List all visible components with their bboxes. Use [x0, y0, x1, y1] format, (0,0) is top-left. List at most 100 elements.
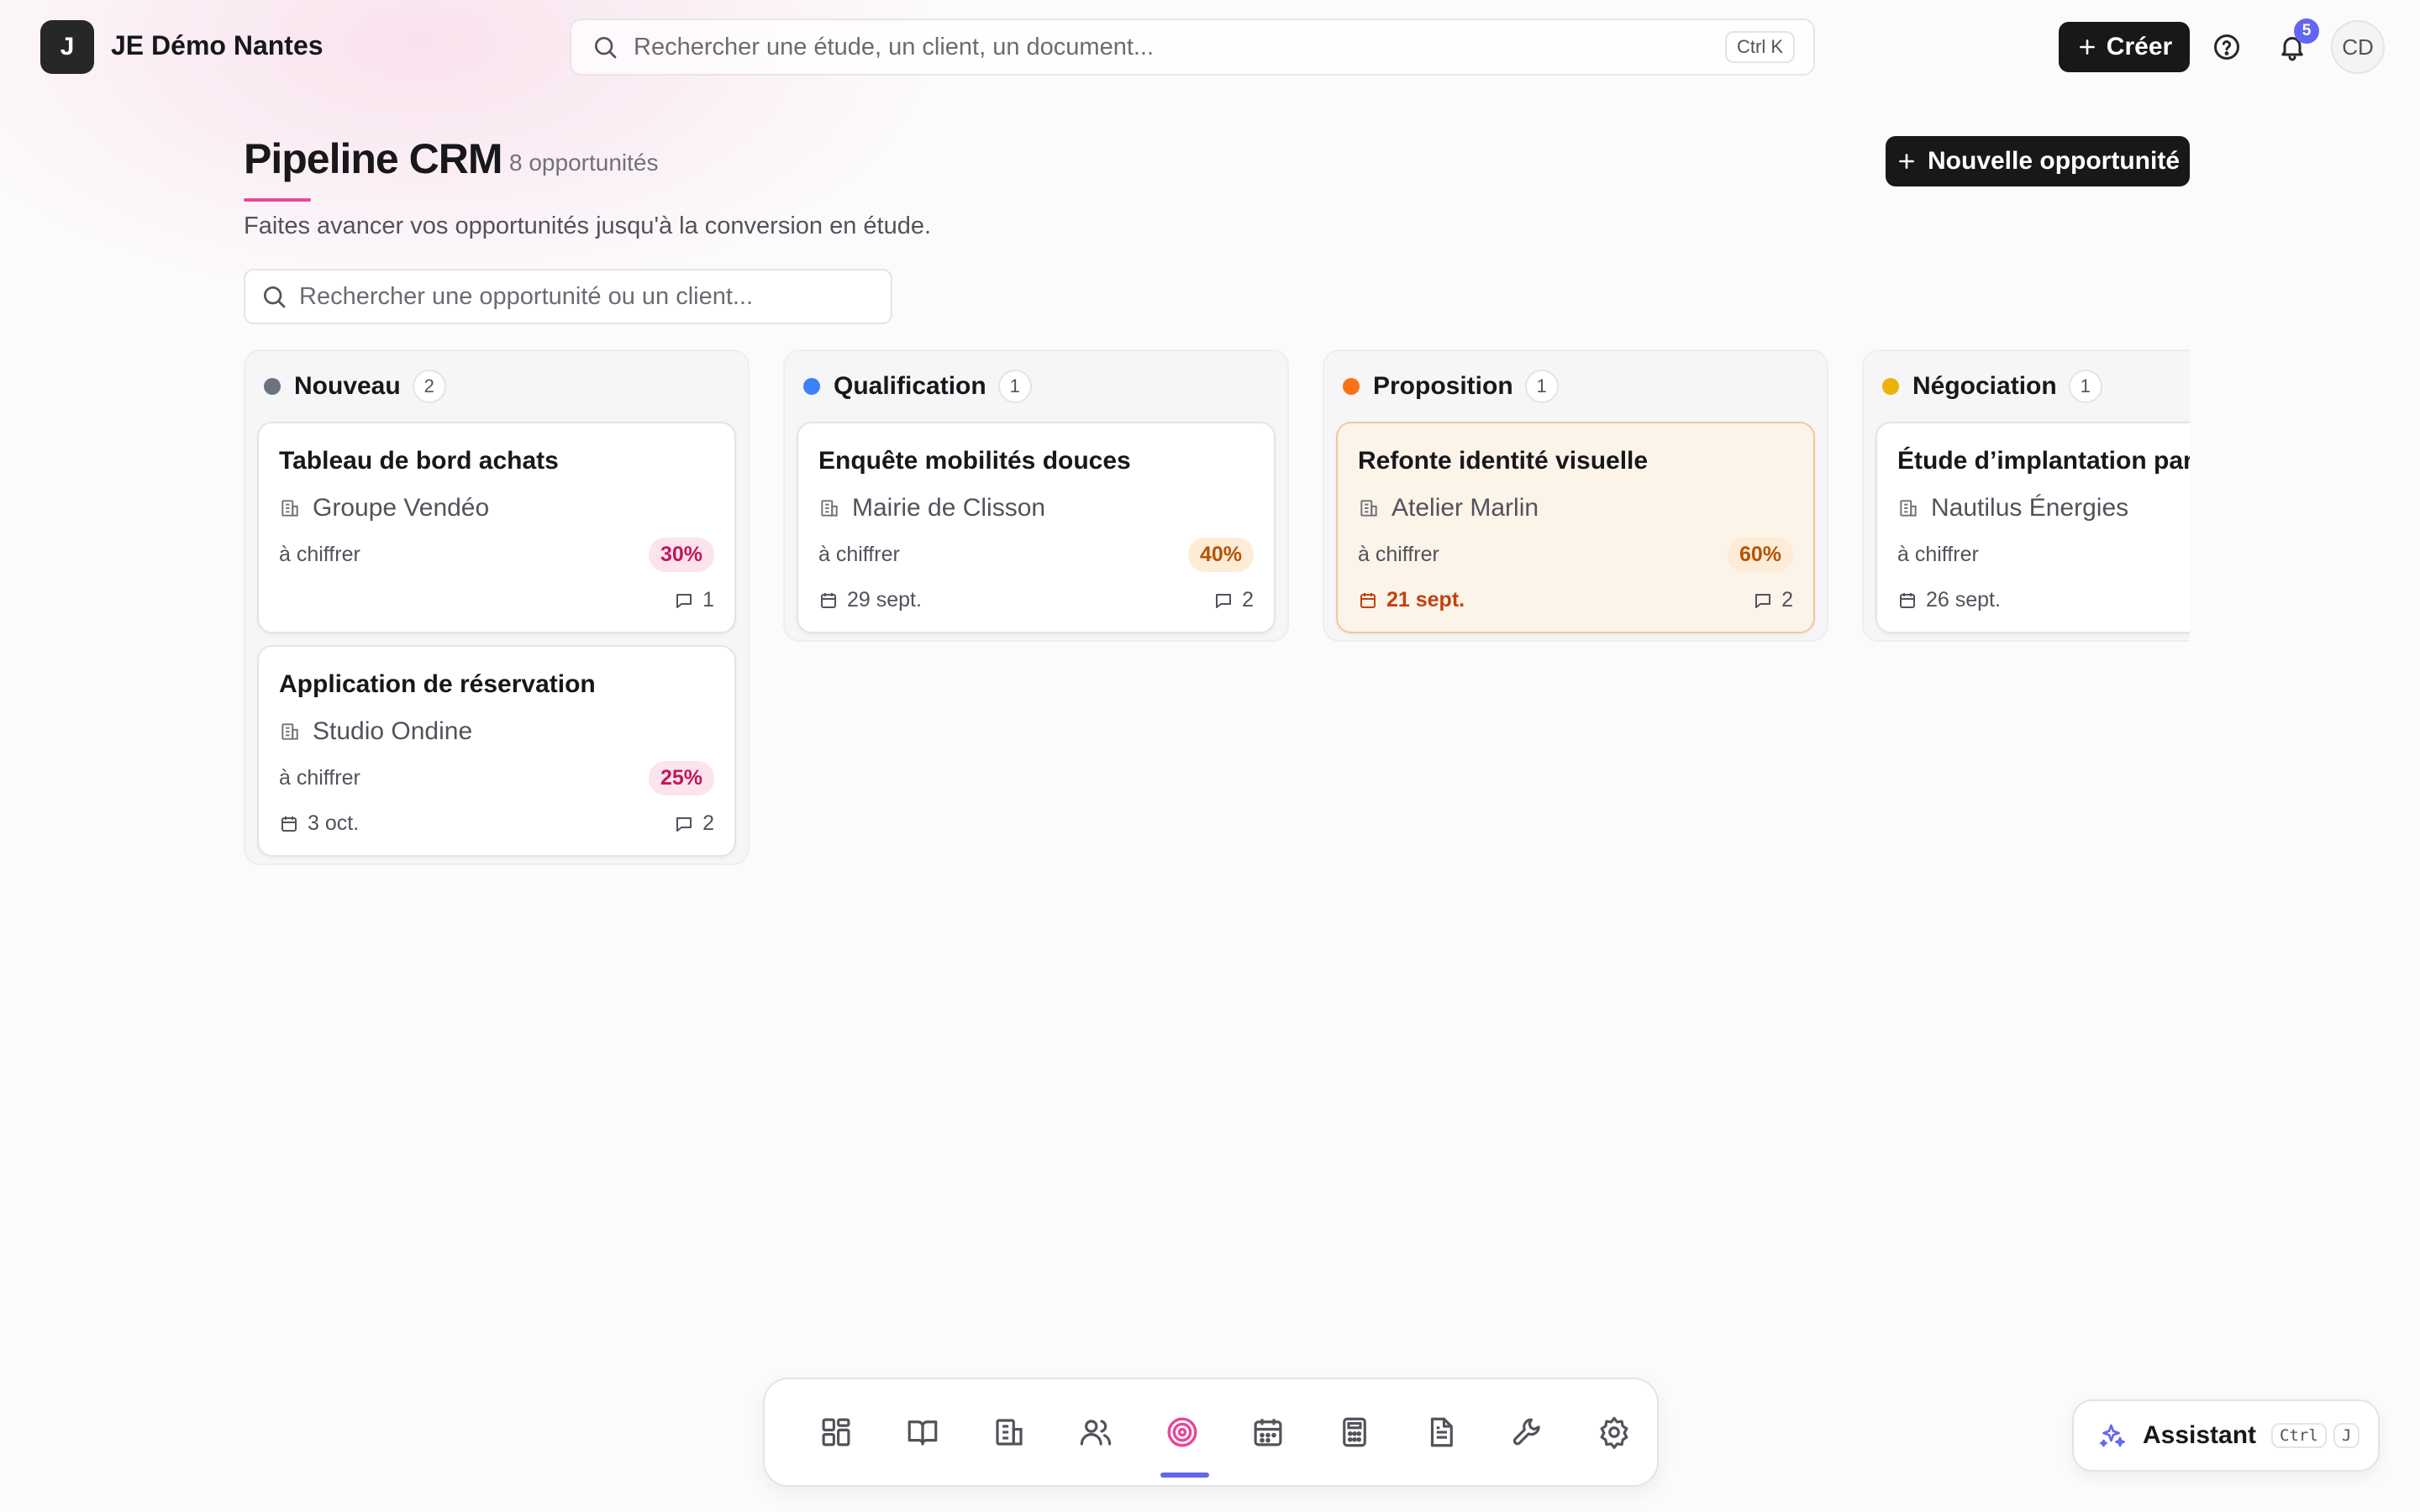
opportunity-card[interactable]: Enquête mobilités douces Mairie de Cliss…	[797, 422, 1276, 633]
comment-icon	[674, 814, 694, 834]
plus-icon	[1896, 150, 1918, 172]
comment-count: 2	[1781, 588, 1793, 612]
building-icon[interactable]	[966, 1389, 1053, 1476]
opportunity-card[interactable]: Refonte identité visuelle Atelier Marlin…	[1336, 422, 1815, 633]
help-icon[interactable]	[2210, 30, 2244, 64]
probability-badge: 25%	[648, 761, 714, 795]
opportunity-card[interactable]: Tableau de bord achats Groupe Vendéo à c…	[257, 422, 736, 633]
stage-dot	[803, 378, 820, 395]
card-date: 29 sept.	[847, 588, 922, 612]
stage-dot	[1882, 378, 1899, 395]
page-title: Pipeline CRM	[244, 135, 502, 182]
card-title: Refonte identité visuelle	[1358, 447, 1649, 475]
column-title: Proposition	[1373, 372, 1513, 400]
sparkles-icon	[2097, 1420, 2128, 1451]
column-count: 2	[412, 370, 446, 403]
create-button-label: Créer	[2106, 33, 2173, 60]
wrench-icon[interactable]	[1484, 1389, 1570, 1476]
dashboard-icon[interactable]	[793, 1389, 880, 1476]
building-icon	[279, 721, 301, 743]
calculator-icon[interactable]	[1312, 1389, 1398, 1476]
column-proposition: Proposition 1 Refonte identité visuelle …	[1323, 349, 1828, 642]
calendar-icon	[1897, 591, 1918, 611]
column-title: Négociation	[1912, 372, 2057, 400]
calendar-icon	[279, 814, 299, 834]
column-count: 1	[2068, 370, 2102, 403]
column-negociation: Négociation 1 Étude d’implantation parc …	[1862, 349, 2190, 642]
column-qualification: Qualification 1 Enquête mobilités douces…	[783, 349, 1289, 642]
opportunity-card[interactable]: Étude d’implantation parc solaire Nautil…	[1876, 422, 2190, 633]
column-count: 1	[997, 370, 1032, 403]
kanban-board: Nouveau 2 Tableau de bord achats Groupe …	[244, 349, 2190, 870]
calendar-icon	[818, 591, 839, 611]
building-icon	[818, 497, 840, 519]
card-date: 26 sept.	[1926, 588, 2001, 612]
comment-count: 2	[1242, 588, 1254, 612]
building-icon	[1358, 497, 1380, 519]
card-status: à chiffrer	[279, 543, 360, 566]
calendar-icon	[1358, 591, 1378, 611]
page-subtitle: Faites avancer vos opportunités jusqu'à …	[244, 213, 932, 239]
search-shortcut-hint: Ctrl K	[1725, 31, 1795, 63]
column-title: Qualification	[834, 372, 986, 400]
global-search-placeholder: Rechercher une étude, un client, un docu…	[634, 33, 1155, 60]
opportunity-count: 8 opportunités	[509, 150, 659, 176]
workspace-logo[interactable]: J	[40, 20, 94, 74]
settings-icon[interactable]	[1570, 1389, 1657, 1476]
opportunity-search-input[interactable]: Rechercher une opportunité ou un client.…	[244, 269, 892, 324]
global-search-input[interactable]: Rechercher une étude, un client, un docu…	[570, 18, 1815, 76]
card-status: à chiffrer	[1897, 543, 1979, 566]
card-status: à chiffrer	[818, 543, 900, 566]
title-underline	[244, 198, 311, 202]
building-icon	[1897, 497, 1919, 519]
card-title: Tableau de bord achats	[279, 447, 559, 475]
card-date: 3 oct.	[308, 811, 360, 835]
notification-badge: 5	[2294, 18, 2319, 44]
card-client: Studio Ondine	[313, 717, 473, 745]
probability-badge: 30%	[648, 538, 714, 572]
opportunity-search-placeholder: Rechercher une opportunité ou un client.…	[299, 282, 754, 310]
comment-icon	[1213, 591, 1234, 611]
comment-count: 1	[702, 588, 714, 612]
shortcut-key-j: J	[2333, 1423, 2360, 1448]
card-title: Application de réservation	[279, 670, 596, 698]
probability-badge: 40%	[1187, 538, 1254, 572]
card-status: à chiffrer	[1358, 543, 1439, 566]
search-icon	[260, 283, 287, 310]
target-icon[interactable]	[1139, 1389, 1225, 1478]
comment-count: 2	[702, 811, 714, 835]
card-client: Groupe Vendéo	[313, 494, 490, 522]
comment-icon	[674, 591, 694, 611]
workspace-name[interactable]: JE Démo Nantes	[111, 30, 324, 61]
card-client: Mairie de Clisson	[852, 494, 1046, 522]
create-button[interactable]: Créer	[2059, 22, 2190, 72]
card-client: Nautilus Énergies	[1931, 494, 2129, 522]
top-bar: J JE Démo Nantes Rechercher une étude, u…	[0, 0, 2420, 94]
assistant-label: Assistant	[2143, 1421, 2257, 1449]
comment-icon	[1753, 591, 1773, 611]
building-icon	[279, 497, 301, 519]
card-status: à chiffrer	[279, 766, 360, 790]
shortcut-key-ctrl: Ctrl	[2271, 1423, 2327, 1448]
bottom-dock	[763, 1378, 1659, 1487]
book-icon[interactable]	[880, 1389, 966, 1476]
stage-dot	[1343, 378, 1360, 395]
users-icon[interactable]	[1052, 1389, 1139, 1476]
user-avatar[interactable]: CD	[2331, 20, 2385, 74]
column-nouveau: Nouveau 2 Tableau de bord achats Groupe …	[244, 349, 750, 865]
new-opportunity-label: Nouvelle opportunité	[1928, 147, 2180, 175]
card-title: Enquête mobilités douces	[818, 447, 1131, 475]
search-icon	[592, 34, 618, 60]
document-icon[interactable]	[1398, 1389, 1485, 1476]
opportunity-card[interactable]: Application de réservation Studio Ondine…	[257, 645, 736, 857]
card-title: Étude d’implantation parc solaire	[1897, 447, 2190, 475]
column-count: 1	[1524, 370, 1559, 403]
card-client: Atelier Marlin	[1392, 494, 1539, 522]
assistant-button[interactable]: Assistant Ctrl J	[2072, 1399, 2380, 1472]
column-title: Nouveau	[294, 372, 401, 400]
probability-badge: 60%	[1727, 538, 1793, 572]
calendar-icon[interactable]	[1225, 1389, 1312, 1476]
stage-dot	[264, 378, 281, 395]
card-date: 21 sept.	[1386, 588, 1465, 612]
new-opportunity-button[interactable]: Nouvelle opportunité	[1886, 136, 2190, 186]
